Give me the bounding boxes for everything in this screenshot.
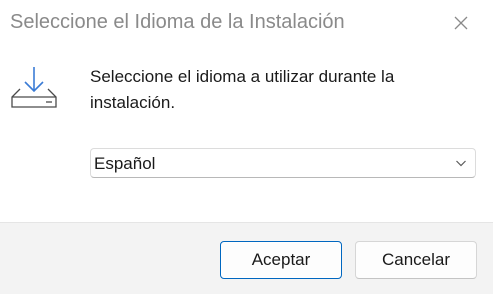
language-select-value: Español [94,154,156,173]
title-bar: Seleccione el Idioma de la Instalación [0,0,493,45]
cancel-button[interactable]: Cancelar [355,241,477,279]
prompt-text: Seleccione el idioma a utilizar durante … [90,67,395,112]
dialog-content: Seleccione el idioma a utilizar durante … [0,45,493,222]
button-footer: Aceptar Cancelar [0,222,493,294]
chevron-down-icon [456,160,466,167]
install-download-icon [11,67,57,108]
close-button[interactable] [439,6,483,40]
window-title: Seleccione el Idioma de la Instalación [10,11,345,33]
close-icon [454,16,468,30]
accept-button[interactable]: Aceptar [220,241,342,279]
language-dialog: Seleccione el Idioma de la Instalación S… [0,0,493,294]
language-select[interactable]: Español [90,148,476,178]
